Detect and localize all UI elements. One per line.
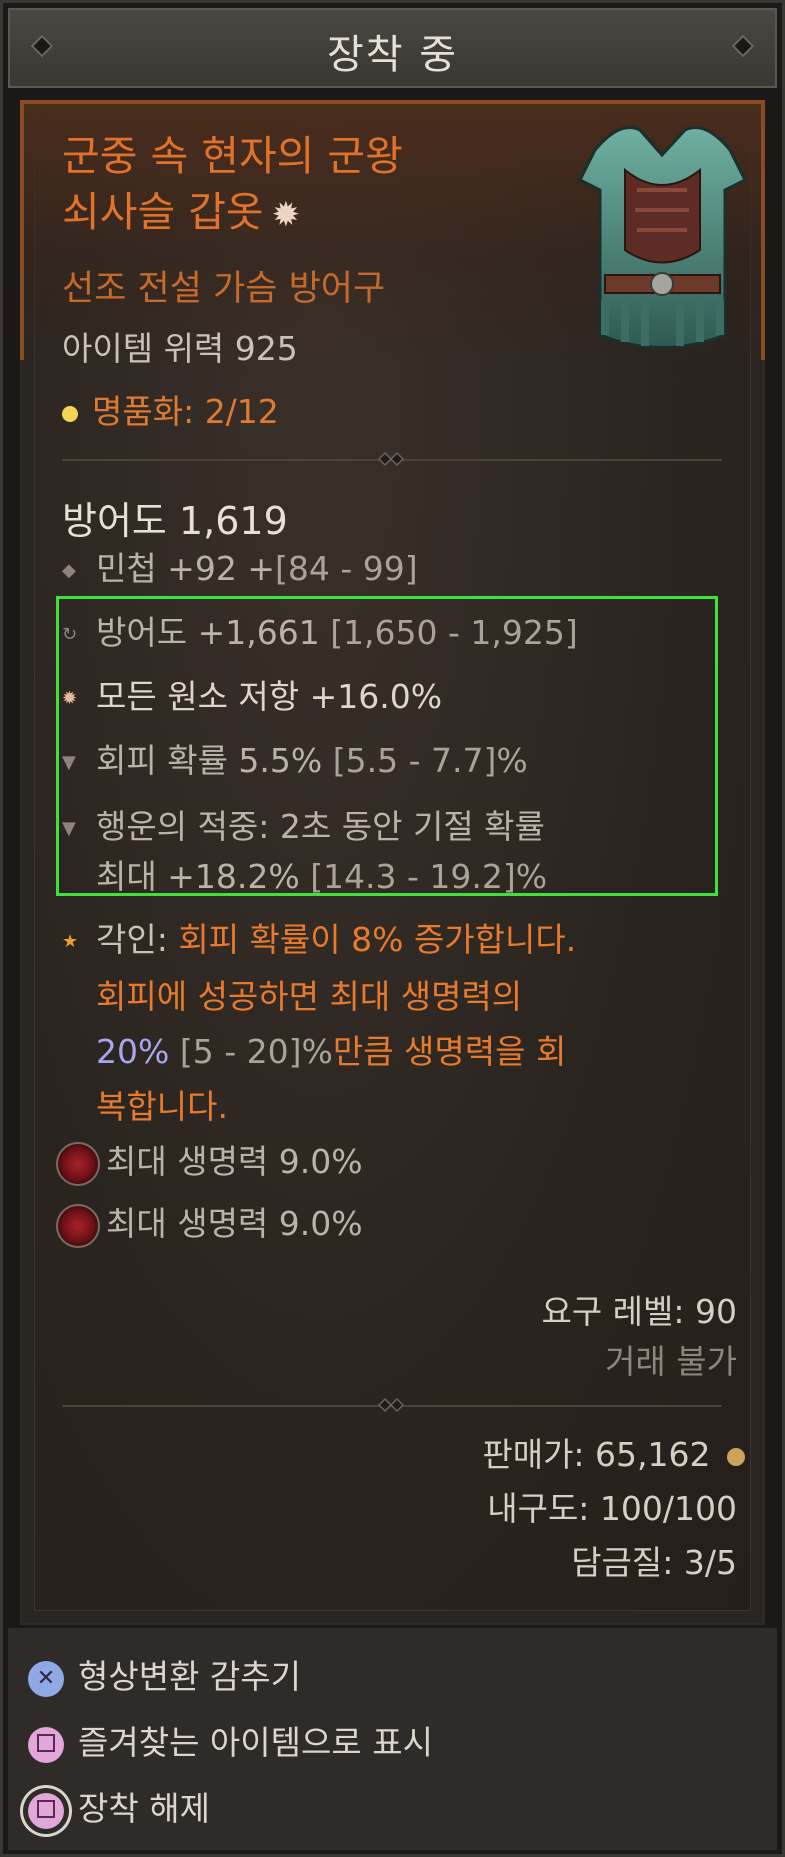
affix-label: 방어도 +1,661 (96, 613, 331, 652)
anvil-icon: ▼ (62, 818, 76, 839)
trade-status: 거래 불가 (605, 1342, 737, 1381)
socket-row: 최대 생명력 9.0% (56, 1135, 363, 1186)
aspect-range: [5 - 20]% (169, 1032, 333, 1071)
action-unequip[interactable]: 장착 해제 (28, 1782, 210, 1830)
affix-label: 최대 +18.2% (96, 857, 311, 896)
aspect-text: ★ 각인: 회피 확률이 8% 증가합니다. 회피에 성공하면 최대 생명력의 2… (62, 912, 722, 1134)
square-button-icon (28, 1792, 64, 1829)
durability: 내구도: 100/100 (487, 1489, 737, 1528)
chest-armor-icon (577, 126, 748, 349)
affix-range: [1,650 - 1,925] (330, 613, 578, 652)
sell-price: 판매가: 65,162 (482, 1428, 745, 1476)
affix-range: [14.3 - 19.2]% (310, 857, 548, 896)
affix-range: [5.5 - 7.7]% (332, 741, 528, 780)
implicit-range: [84 - 99] (275, 549, 418, 588)
divider-knot-icon (377, 1397, 405, 1413)
action-label: 즐겨찾는 아이템으로 표시 (78, 1723, 433, 1762)
aspect-value: 20% (96, 1032, 170, 1071)
armor-value: 방어도 1,619 (62, 499, 288, 543)
action-toggle-transmog[interactable]: ✕ 형상변환 감추기 (28, 1650, 301, 1698)
divider-knot-icon (377, 451, 405, 467)
divider-bottom (62, 1397, 722, 1413)
affix-row: ✹ 모든 원소 저항 +16.0% (62, 670, 442, 718)
diamond-bullet-icon: ◆ (62, 560, 76, 581)
aspect-line3: 20% [5 - 20]%만큼 생명력을 회 (62, 1024, 722, 1079)
socket-label: 최대 생명력 9.0% (106, 1204, 363, 1243)
tooltip-header: 장착 중 (8, 8, 777, 88)
socket-label: 최대 생명력 9.0% (106, 1142, 363, 1181)
header-title: 장착 중 (326, 32, 459, 78)
ruby-gem-icon (56, 1203, 100, 1248)
item-mastery: 명품화: 2/12 (62, 385, 279, 433)
affix-label: 모든 원소 저항 +16.0% (96, 677, 443, 716)
aspect-part3: 만큼 생명력을 회 (332, 1032, 567, 1071)
action-label: 형상변환 감추기 (78, 1657, 302, 1696)
divider-top (62, 451, 722, 467)
item-name-line2-wrap: 쇠사슬 갑옷 ✹ (62, 184, 403, 243)
mastery-label: 명품화: 2/12 (92, 392, 279, 431)
item-power: 아이템 위력 925 (62, 329, 298, 368)
action-mark-favorite[interactable]: 즐겨찾는 아이템으로 표시 (28, 1716, 433, 1764)
action-bar: ✕ 형상변환 감추기 즐겨찾는 아이템으로 표시 장착 해제 (8, 1628, 777, 1850)
mastery-dot-icon (62, 405, 78, 422)
item-name: 군중 속 현자의 군왕 쇠사슬 갑옷 ✹ (62, 128, 403, 243)
socket-row: 최대 생명력 9.0% (56, 1197, 363, 1248)
snowflake-icon: ✹ (62, 688, 78, 709)
circle-arrow-icon: ↻ (62, 624, 78, 645)
aspect-part1: 회피 확률이 8% 증가합니다. (178, 920, 577, 959)
aspect-star-icon: ★ (62, 931, 79, 952)
implicit-label: 민첩 +92 + (96, 549, 275, 588)
ancestral-star-icon: ✹ (271, 195, 301, 235)
anvil-icon: ▼ (62, 752, 76, 773)
affix-row-continued: 최대 +18.2% [14.3 - 19.2]% (62, 850, 547, 898)
item-type: 선조 전설 가슴 방어구 (62, 269, 386, 309)
aspect-part4: 복합니다. (96, 1087, 228, 1126)
cross-button-icon: ✕ (28, 1660, 64, 1697)
aspect-line1: ★ 각인: 회피 확률이 8% 증가합니다. (62, 912, 722, 969)
affix-label: 회피 확률 5.5% (96, 741, 333, 780)
item-name-line1: 군중 속 현자의 군왕 (62, 132, 403, 180)
affix-row: ▼ 회피 확률 5.5% [5.5 - 7.7]% (62, 734, 528, 782)
affix-row: ▼ 행운의 적중: 2초 동안 기절 확률 (62, 800, 545, 848)
square-button-icon (28, 1726, 64, 1763)
gold-coin-icon (727, 1447, 745, 1466)
action-label: 장착 해제 (78, 1789, 210, 1828)
implicit-stat: ◆ 민첩 +92 +[84 - 99] (62, 542, 418, 590)
tempering: 담금질: 3/5 (571, 1543, 737, 1582)
required-level: 요구 레벨: 90 (541, 1292, 737, 1331)
affix-row: ↻ 방어도 +1,661 [1,650 - 1,925] (62, 606, 578, 654)
sell-price-label: 판매가: 65,162 (482, 1435, 711, 1474)
item-name-line2: 쇠사슬 갑옷 (62, 188, 264, 236)
affix-label: 행운의 적중: 2초 동안 기절 확률 (96, 807, 545, 846)
aspect-prefix: 각인: (96, 920, 179, 959)
ruby-gem-icon (56, 1141, 100, 1186)
aspect-part2: 회피에 성공하면 최대 생명력의 (96, 977, 523, 1016)
